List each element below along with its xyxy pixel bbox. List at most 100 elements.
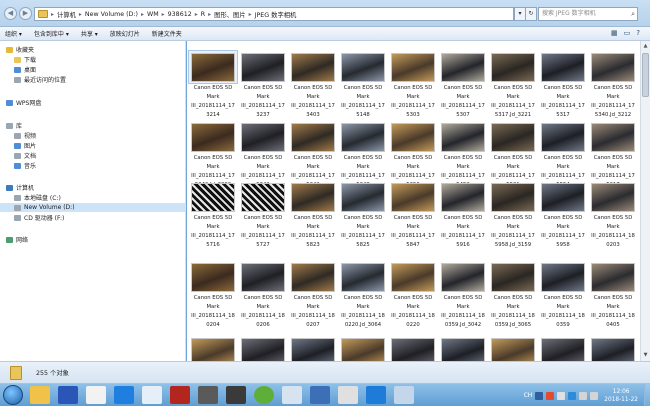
tray-app-icon[interactable] xyxy=(557,391,566,400)
explorer-taskbar-icon[interactable] xyxy=(30,386,50,404)
nav-item[interactable]: 桌面 xyxy=(0,65,186,74)
file-item[interactable]: Canon EOS 5D Mark III_20181114_17 3403 xyxy=(289,51,337,119)
vertical-scrollbar[interactable]: ▲ ▼ xyxy=(640,41,650,361)
ime-icon[interactable] xyxy=(546,391,555,400)
file-item[interactable]: Canon EOS 5D Mark III_20181114_18 0359.Jd_3… xyxy=(439,261,487,329)
organize-menu[interactable]: 组织 ▾ xyxy=(5,29,22,38)
address-bar[interactable]: ▸ 计算机 ▸ New Volume (D:) ▸ WM ▸ 938612 ▸ … xyxy=(34,7,514,21)
file-item[interactable]: Canon EOS 5D Mark III_20181114_17 5716 xyxy=(189,181,237,249)
file-item[interactable]: Canon EOS 5DMarkIII_20181114_175350 xyxy=(389,121,437,189)
nav-item[interactable]: 音乐 xyxy=(0,161,186,170)
file-item[interactable]: Canon EOS 5D Mark III_20181114_18 0203 xyxy=(589,181,637,249)
new-folder-button[interactable]: 新建文件夹 xyxy=(152,29,182,38)
file-item[interactable]: Canon EOS 5D Mark III_20181114_18 0359 xyxy=(539,261,587,329)
breadcrumb-938612[interactable]: 938612 xyxy=(168,11,192,18)
scrollbar-thumb[interactable] xyxy=(642,53,649,97)
file-item[interactable] xyxy=(389,336,437,361)
start-button[interactable] xyxy=(3,385,23,405)
file-item[interactable]: Canon EOS 5D Mark III_20181114_17 5307 xyxy=(439,51,487,119)
nav-item[interactable]: CD 驱动器 (F:) xyxy=(0,213,186,222)
file-item[interactable]: Canon EOS 5D Mark III_20181114_17 5317.Jd_3… xyxy=(489,51,537,119)
breadcrumb-drive[interactable]: New Volume (D:) xyxy=(85,11,138,18)
file-item[interactable]: Canon EOS 5DMarkIII_20181114_175348 xyxy=(339,121,387,189)
file-item[interactable]: Canon EOS 5DMarkIII_20181114_175342.Jd_3… xyxy=(189,121,237,189)
camera-taskbar-icon[interactable] xyxy=(198,386,218,404)
include-in-library-menu[interactable]: 包含到库中 ▾ xyxy=(34,29,69,38)
preview-pane-icon[interactable]: ▭ xyxy=(624,29,631,37)
refresh-button[interactable]: ↻ xyxy=(525,7,537,21)
clock[interactable]: 12:06 2018-11-22 xyxy=(604,388,638,404)
browser-taskbar-icon[interactable] xyxy=(254,386,274,404)
file-item[interactable] xyxy=(239,336,287,361)
file-item[interactable]: Canon EOS 5DMarkIII_20181114_175554 xyxy=(539,121,587,189)
breadcrumb-graphics[interactable]: 图形、图片 xyxy=(214,10,245,19)
cloud-taskbar-icon[interactable] xyxy=(142,386,162,404)
word-taskbar-icon[interactable] xyxy=(366,386,386,404)
file-item[interactable]: Canon EOS 5D Mark III_20181114_18 0206 xyxy=(239,261,287,329)
file-item[interactable]: Canon EOS 5DMarkIII_20181114_175531 xyxy=(489,121,537,189)
file-item[interactable]: Canon EOS 5D Mark III_20181114_17 5847 xyxy=(389,181,437,249)
breadcrumb-r[interactable]: R xyxy=(201,11,205,18)
nav-item[interactable]: 最近访问的位置 xyxy=(0,75,186,84)
scroll-up-icon[interactable]: ▲ xyxy=(642,42,649,50)
file-item[interactable] xyxy=(339,336,387,361)
share-menu[interactable]: 共享 ▾ xyxy=(81,29,98,38)
slideshow-button[interactable]: 放映幻灯片 xyxy=(110,29,140,38)
window-taskbar-icon[interactable] xyxy=(282,386,302,404)
nav-item[interactable]: 文档 xyxy=(0,151,186,160)
forward-button[interactable]: ▶ xyxy=(19,7,32,20)
breadcrumb-jpeg-camera[interactable]: JPEG 数字相机 xyxy=(255,10,297,19)
nav-item[interactable]: 收藏夹 xyxy=(0,45,186,54)
nav-item[interactable]: New Volume (D:) xyxy=(0,203,186,212)
scroll-down-icon[interactable]: ▼ xyxy=(642,351,649,359)
file-item[interactable]: Canon EOS 5D Mark III_20181114_17 5727 xyxy=(239,181,287,249)
search-icon[interactable]: ⌕ xyxy=(631,8,635,20)
nav-item[interactable]: 计算机 xyxy=(0,183,186,192)
nav-item[interactable]: 图片 xyxy=(0,141,186,150)
file-item[interactable]: Canon EOS 5D Mark III_20181114_17 5340.Jd_3… xyxy=(589,51,637,119)
file-item[interactable]: Canon EOS 5D Mark III_20181114_17 3237 xyxy=(239,51,287,119)
file-item[interactable]: Canon EOS 5D Mark III_20181114_17 5148 xyxy=(339,51,387,119)
network-status-icon[interactable] xyxy=(579,391,588,400)
file-item[interactable]: Canon EOS 5D Mark III_20181114_17 5958.Jd_3… xyxy=(489,181,537,249)
language-indicator[interactable]: CH xyxy=(524,392,533,399)
file-item[interactable] xyxy=(539,336,587,361)
file-item[interactable]: Canon EOS 5D Mark III_20181114_17 5317 xyxy=(539,51,587,119)
file-item[interactable]: Canon EOS 5D Mark III_20181114_18 0359.Jd_3… xyxy=(489,261,537,329)
viewer-taskbar-icon[interactable] xyxy=(338,386,358,404)
file-item[interactable] xyxy=(289,336,337,361)
file-item[interactable]: Canon EOS 5D Mark III_20181114_18 0220.Jd_3… xyxy=(339,261,387,329)
nav-item[interactable]: WPS网盘 xyxy=(0,98,186,107)
network-taskbar-icon[interactable] xyxy=(310,386,330,404)
file-item[interactable]: Canon EOS 5D Mark III_20181114_18 0405 xyxy=(589,261,637,329)
tray-app-icon[interactable] xyxy=(568,391,577,400)
file-item[interactable] xyxy=(439,336,487,361)
nav-item[interactable]: 库 xyxy=(0,121,186,130)
view-options-icon[interactable]: ▦ xyxy=(611,29,618,37)
document-taskbar-icon[interactable] xyxy=(86,386,106,404)
file-item[interactable]: Canon EOS 5D Mark III_20181114_17 5303 xyxy=(389,51,437,119)
file-item[interactable]: Canon EOS 5D Mark III_20181114_17 3214 xyxy=(188,50,238,119)
file-item[interactable]: Canon EOS 5D Mark III_20181114_18 0207 xyxy=(289,261,337,329)
file-item[interactable]: Canon EOS 5D Mark III_20181114_17 5825 xyxy=(339,181,387,249)
file-item[interactable]: Canon EOS 5DMarkIII_20181114_175342 xyxy=(239,121,287,189)
file-item[interactable]: Canon EOS 5DMarkIII_20181114_175452 xyxy=(439,121,487,189)
media-taskbar-icon[interactable] xyxy=(170,386,190,404)
nav-item[interactable]: 网络 xyxy=(0,235,186,244)
volume-icon[interactable] xyxy=(590,391,599,400)
tool-taskbar-icon[interactable] xyxy=(226,386,246,404)
nav-item[interactable]: 本地磁盘 (C:) xyxy=(0,193,186,202)
breadcrumb-computer[interactable]: 计算机 xyxy=(57,10,76,19)
breadcrumb-wm[interactable]: WM xyxy=(147,11,159,18)
file-item[interactable]: Canon EOS 5D Mark III_20181114_17 5958 xyxy=(539,181,587,249)
tray-app-icon[interactable] xyxy=(535,391,544,400)
help-icon[interactable]: ? xyxy=(636,29,640,37)
folder-taskbar-icon[interactable] xyxy=(394,386,414,404)
file-item[interactable]: Canon EOS 5D Mark III_20181114_18 0220 xyxy=(389,261,437,329)
hex-editor-taskbar-icon[interactable] xyxy=(58,386,78,404)
file-item[interactable] xyxy=(589,336,637,361)
back-button[interactable]: ◀ xyxy=(4,7,17,20)
search-input[interactable]: 搜索 JPEG 数字相机 ⌕ xyxy=(538,7,638,21)
nav-item[interactable]: 下载 xyxy=(0,55,186,64)
file-item[interactable]: Canon EOS 5D Mark III_20181114_17 5916 xyxy=(439,181,487,249)
